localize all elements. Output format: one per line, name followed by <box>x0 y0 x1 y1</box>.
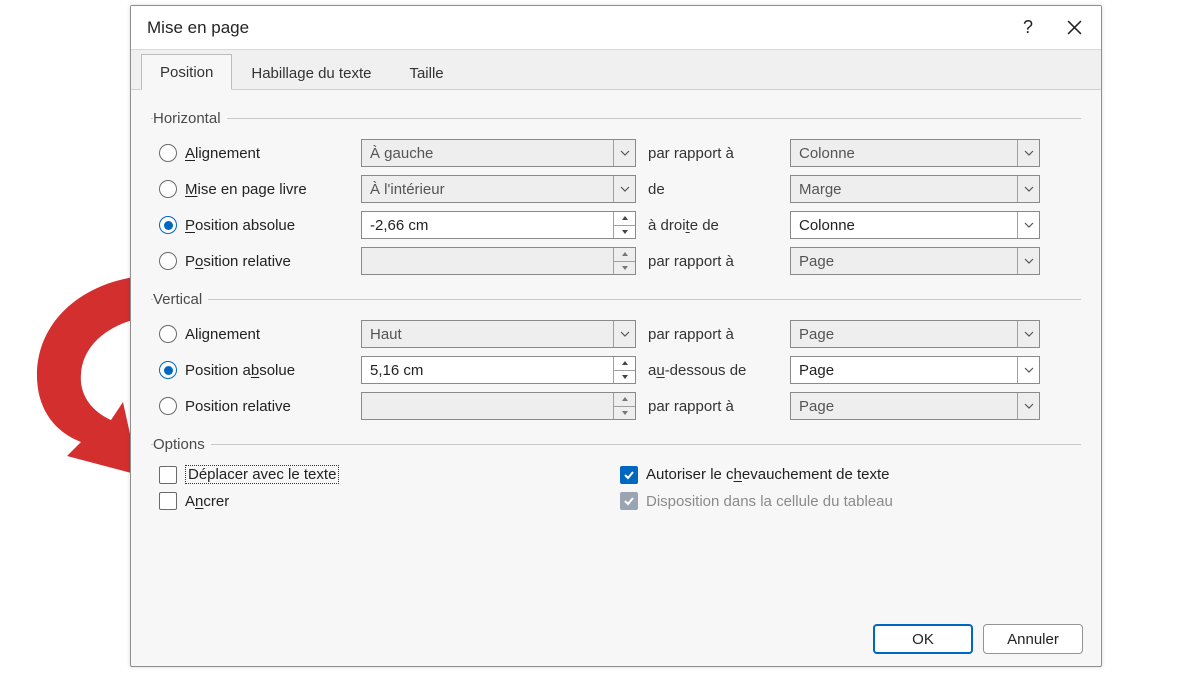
chevron-down-icon <box>613 176 635 202</box>
chevron-down-icon <box>613 140 635 166</box>
label-v-relative-to-1: par rapport à <box>648 326 778 343</box>
cancel-button[interactable]: Annuler <box>983 624 1083 654</box>
label-h-right-of: à droite de <box>648 217 778 234</box>
combo-v-absolute-ref[interactable]: Page <box>790 356 1040 384</box>
close-button[interactable] <box>1051 10 1097 46</box>
chevron-down-icon <box>1017 321 1039 347</box>
combo-h-book-ref[interactable]: Marge <box>790 175 1040 203</box>
dialog-title: Mise en page <box>147 18 249 38</box>
spinner-h-relative-value[interactable] <box>361 247 636 275</box>
spinner-v-relative-value[interactable] <box>361 392 636 420</box>
checkbox-move-with-text[interactable]: Déplacer avec le texte <box>159 465 620 484</box>
combo-h-alignment-value[interactable]: À gauche <box>361 139 636 167</box>
group-vertical-legend: Vertical <box>153 291 208 308</box>
group-horizontal-legend: Horizontal <box>153 110 227 127</box>
checkbox-table-cell-layout: Disposition dans la cellule du tableau <box>620 492 1081 510</box>
combo-h-alignment-ref[interactable]: Colonne <box>790 139 1040 167</box>
spinner-down-icon[interactable] <box>614 371 635 384</box>
radio-v-absolute[interactable]: Position absolue <box>159 361 349 379</box>
label-h-relative-to-2: par rapport à <box>648 253 778 270</box>
layout-dialog: Mise en page ? Position Habillage du tex… <box>130 5 1102 667</box>
tab-strip: Position Habillage du texte Taille <box>131 50 1101 90</box>
combo-h-absolute-ref[interactable]: Colonne <box>790 211 1040 239</box>
check-icon <box>623 495 635 507</box>
label-h-of: de <box>648 181 778 198</box>
dialog-footer: OK Annuler <box>873 624 1083 654</box>
tab-size[interactable]: Taille <box>390 55 462 90</box>
spinner-up-icon[interactable] <box>614 212 635 226</box>
radio-h-alignment[interactable]: Alignement <box>159 144 349 162</box>
tab-text-wrapping[interactable]: Habillage du texte <box>232 55 390 90</box>
chevron-down-icon <box>613 321 635 347</box>
chevron-down-icon <box>1017 140 1039 166</box>
tab-position[interactable]: Position <box>141 54 232 90</box>
radio-v-relative[interactable]: Position relative <box>159 397 349 415</box>
checkbox-anchor[interactable]: Ancrer <box>159 492 620 510</box>
check-icon <box>623 469 635 481</box>
spinner-down-icon[interactable] <box>614 226 635 239</box>
chevron-down-icon <box>1017 176 1039 202</box>
group-options-legend: Options <box>153 436 211 453</box>
spinner-h-absolute-value[interactable]: -2,66 cm <box>361 211 636 239</box>
label-h-relative-to-1: par rapport à <box>648 145 778 162</box>
combo-v-alignment-value[interactable]: Haut <box>361 320 636 348</box>
spinner-down-icon[interactable] <box>614 262 635 275</box>
combo-h-relative-ref[interactable]: Page <box>790 247 1040 275</box>
combo-h-book-value[interactable]: À l'intérieur <box>361 175 636 203</box>
close-icon <box>1067 20 1082 35</box>
radio-h-book-layout[interactable]: Mise en page livre <box>159 180 349 198</box>
spinner-up-icon[interactable] <box>614 357 635 371</box>
combo-v-alignment-ref[interactable]: Page <box>790 320 1040 348</box>
checkbox-allow-overlap[interactable]: Autoriser le chevauchement de texte <box>620 465 1081 484</box>
ok-button[interactable]: OK <box>873 624 973 654</box>
spinner-v-absolute-value[interactable]: 5,16 cm <box>361 356 636 384</box>
chevron-down-icon <box>1017 393 1039 419</box>
spinner-down-icon[interactable] <box>614 407 635 420</box>
chevron-down-icon <box>1017 248 1039 274</box>
group-horizontal: Horizontal Alignement À gauche par rappo… <box>151 110 1081 285</box>
spinner-up-icon[interactable] <box>614 248 635 262</box>
radio-h-absolute[interactable]: Position absolue <box>159 216 349 234</box>
chevron-down-icon <box>1017 212 1039 238</box>
label-v-relative-to-2: par rapport à <box>648 398 778 415</box>
chevron-down-icon <box>1017 357 1039 383</box>
group-vertical: Vertical Alignement Haut par rapport à P… <box>151 291 1081 430</box>
label-v-below: au-dessous de <box>648 362 778 379</box>
spinner-up-icon[interactable] <box>614 393 635 407</box>
radio-v-alignment[interactable]: Alignement <box>159 325 349 343</box>
combo-v-relative-ref[interactable]: Page <box>790 392 1040 420</box>
titlebar: Mise en page ? <box>131 6 1101 50</box>
help-button[interactable]: ? <box>1005 10 1051 46</box>
radio-h-relative[interactable]: Position relative <box>159 252 349 270</box>
group-options: Options Déplacer avec le texte Autoriser… <box>151 436 1081 516</box>
